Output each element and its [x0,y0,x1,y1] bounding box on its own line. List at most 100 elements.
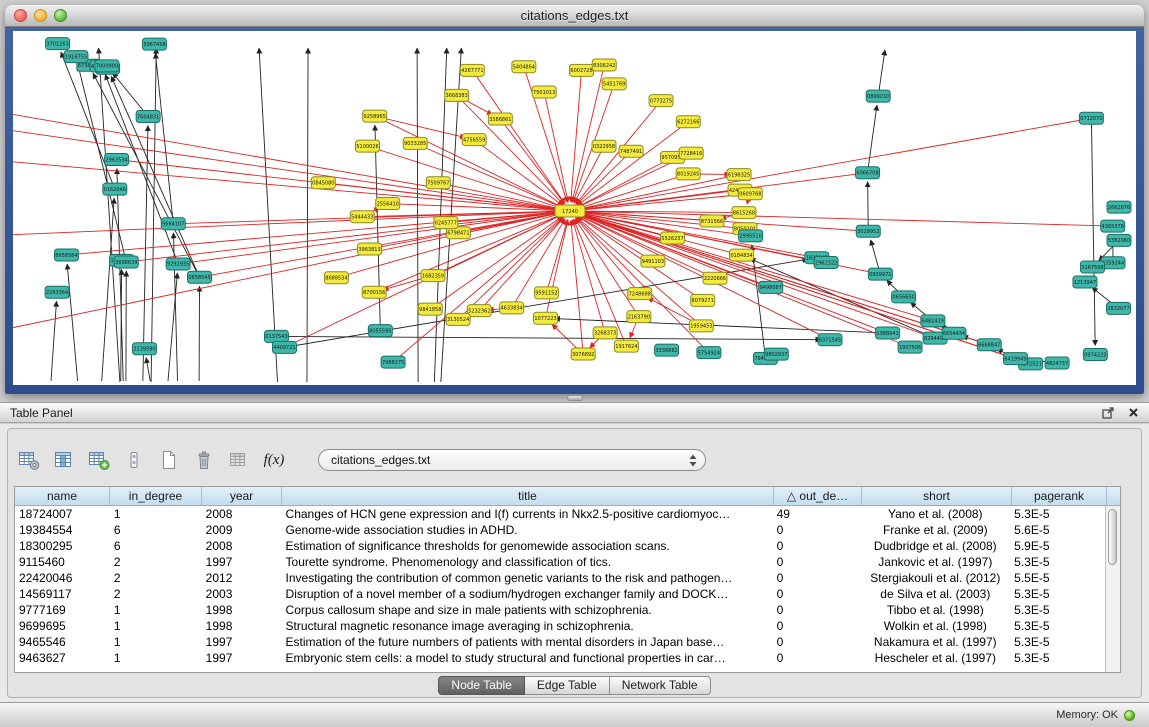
graph-node[interactable]: 7988275 [381,356,405,368]
graph-node[interactable]: 0899210 [866,90,890,102]
table-selector-dropdown[interactable]: citations_edges.txt [318,449,706,471]
function-builder-button[interactable]: f(x) [261,447,287,473]
graph-node[interactable]: 1388941 [876,327,900,339]
graph-node[interactable]: 4365378 [1101,220,1125,232]
import-table-button[interactable] [226,447,252,473]
graph-node[interactable]: 3698639 [114,256,138,268]
table-row[interactable]: 1872400712008Changes of HCN gene express… [15,506,1105,522]
graph-node[interactable]: 1907506 [898,341,922,353]
table-row[interactable]: 1456911722003Disruption of a novel membe… [15,586,1105,602]
graph-node[interactable]: 5451769 [602,78,626,90]
graph-node[interactable]: 0939971 [868,268,892,280]
add-column-button[interactable] [86,447,112,473]
table-row[interactable]: 946362711997Embryonic stem cells: a mode… [15,650,1105,666]
graph-node[interactable]: 5382060 [1107,234,1131,246]
graph-node[interactable]: 6066708 [856,167,880,179]
graph-node[interactable]: 8019245 [676,168,700,180]
graph-node[interactable]: 3963813 [358,243,382,255]
window-close-button[interactable] [14,9,27,22]
graph-node[interactable]: 9491103 [641,255,665,267]
graph-node[interactable]: 0609768 [738,188,762,200]
graph-node[interactable]: 7487491 [619,145,643,157]
table-row[interactable]: 1938455462009Genome-wide association stu… [15,522,1105,538]
graph-node[interactable]: 3336882 [655,344,679,356]
column-header-title[interactable]: title [282,487,774,505]
graph-node[interactable]: 8079271 [691,294,715,306]
graph-node[interactable]: 2963534 [105,154,129,166]
graph-node[interactable]: 6272166 [676,116,700,128]
column-header-short[interactable]: short [862,487,1012,505]
citation-network-graph[interactable]: 8615268873156680502010184834552623722206… [13,31,1136,385]
graph-node[interactable]: 6482419 [921,315,945,327]
graph-node[interactable]: 4409721 [272,341,296,353]
table-row[interactable]: 911546021997Tourette syndrome. Phenomeno… [15,554,1105,570]
graph-node[interactable]: 1916755 [64,51,88,63]
graph-node[interactable]: 9033285 [403,137,427,149]
graph-node[interactable]: 0137543 [264,330,288,342]
graph-node[interactable]: 2556410 [376,198,400,210]
graph-node[interactable]: 2220666 [703,272,727,284]
graph-node[interactable]: 8615268 [732,207,756,219]
graph-node[interactable]: 4756559 [462,134,486,146]
graph-node[interactable]: 2139590 [132,343,156,355]
new-document-button[interactable] [156,447,182,473]
graph-node[interactable]: 8306242 [592,59,616,71]
graph-node[interactable]: 1077223 [533,312,557,324]
graph-node[interactable]: 7604831 [136,111,160,123]
graph-node[interactable]: 9292935 [166,258,190,270]
graph-node[interactable]: 0162046 [103,183,127,195]
table-scrollbar[interactable] [1105,506,1120,672]
column-header-out_de[interactable]: △ out_de… [774,487,862,505]
graph-node[interactable]: 5232362 [467,305,491,317]
graph-node[interactable]: 7248698 [628,288,652,300]
graph-node[interactable]: 6371545 [818,334,842,346]
graph-node[interactable]: 9591152 [534,287,558,299]
table-row[interactable]: 2242004622012Investigating the contribut… [15,570,1105,586]
graph-node[interactable]: 9258965 [363,110,387,122]
column-header-in_degree[interactable]: in_degree [110,487,202,505]
graph-node[interactable]: 0245777 [434,217,458,229]
graph-node[interactable]: 1213947 [1073,276,1097,288]
hub-node[interactable]: 17240 [555,205,585,217]
graph-node[interactable]: 2662876 [1107,201,1131,213]
graph-node[interactable]: 1959453 [689,320,713,332]
column-chooser-button[interactable] [51,447,77,473]
row-selector-button[interactable] [121,447,147,473]
graph-node[interactable]: 6668847 [977,339,1001,351]
column-header-name[interactable]: name [15,487,110,505]
graph-node[interactable]: 3701263 [46,38,70,50]
graph-node[interactable]: 7728416 [679,147,703,159]
graph-node[interactable]: 5067458 [142,38,166,50]
graph-node[interactable]: 9802937 [764,348,788,360]
graph-node[interactable]: 4633834 [500,302,524,314]
column-header-year[interactable]: year [202,487,282,505]
window-minimize-button[interactable] [34,9,47,22]
column-header-pagerank[interactable]: pagerank [1012,487,1107,505]
graph-node[interactable]: 0658545 [188,271,212,283]
graph-node[interactable]: 9841858 [418,303,442,315]
graph-node[interactable]: 5100026 [356,140,380,152]
tab-node-table[interactable]: Node Table [438,676,525,695]
graph-node[interactable]: 8658584 [54,249,78,261]
table-row[interactable]: 1830029562008Estimation of significance … [15,538,1105,554]
graph-node[interactable]: 7509767 [426,177,450,189]
scrollbar-thumb[interactable] [1108,509,1117,565]
graph-node[interactable]: 6654434 [942,327,966,339]
window-titlebar[interactable]: citations_edges.txt [5,5,1144,27]
table-settings-button[interactable] [16,447,42,473]
graph-node[interactable]: 0712070 [1079,112,1103,124]
graph-node[interactable]: 9498087 [759,281,783,293]
float-panel-icon[interactable] [1102,406,1115,419]
table-row[interactable]: 969969511998Structural magnetic resonanc… [15,618,1105,634]
graph-node[interactable]: 5444433 [350,211,374,223]
graph-node[interactable]: 2832077 [1106,302,1130,314]
graph-node[interactable]: 3268373 [593,327,617,339]
graph-node[interactable]: 0656650 [892,291,916,303]
graph-node[interactable]: 1917624 [614,340,638,352]
graph-node[interactable]: 6002728 [570,64,594,76]
table-row[interactable]: 946554611997Estimation of the future num… [15,634,1105,650]
graph-node[interactable]: 8055595 [368,325,392,337]
graph-node[interactable]: 0845080 [311,177,335,189]
graph-node[interactable]: 8700156 [362,286,386,298]
graph-node[interactable]: 2163790 [627,311,651,323]
